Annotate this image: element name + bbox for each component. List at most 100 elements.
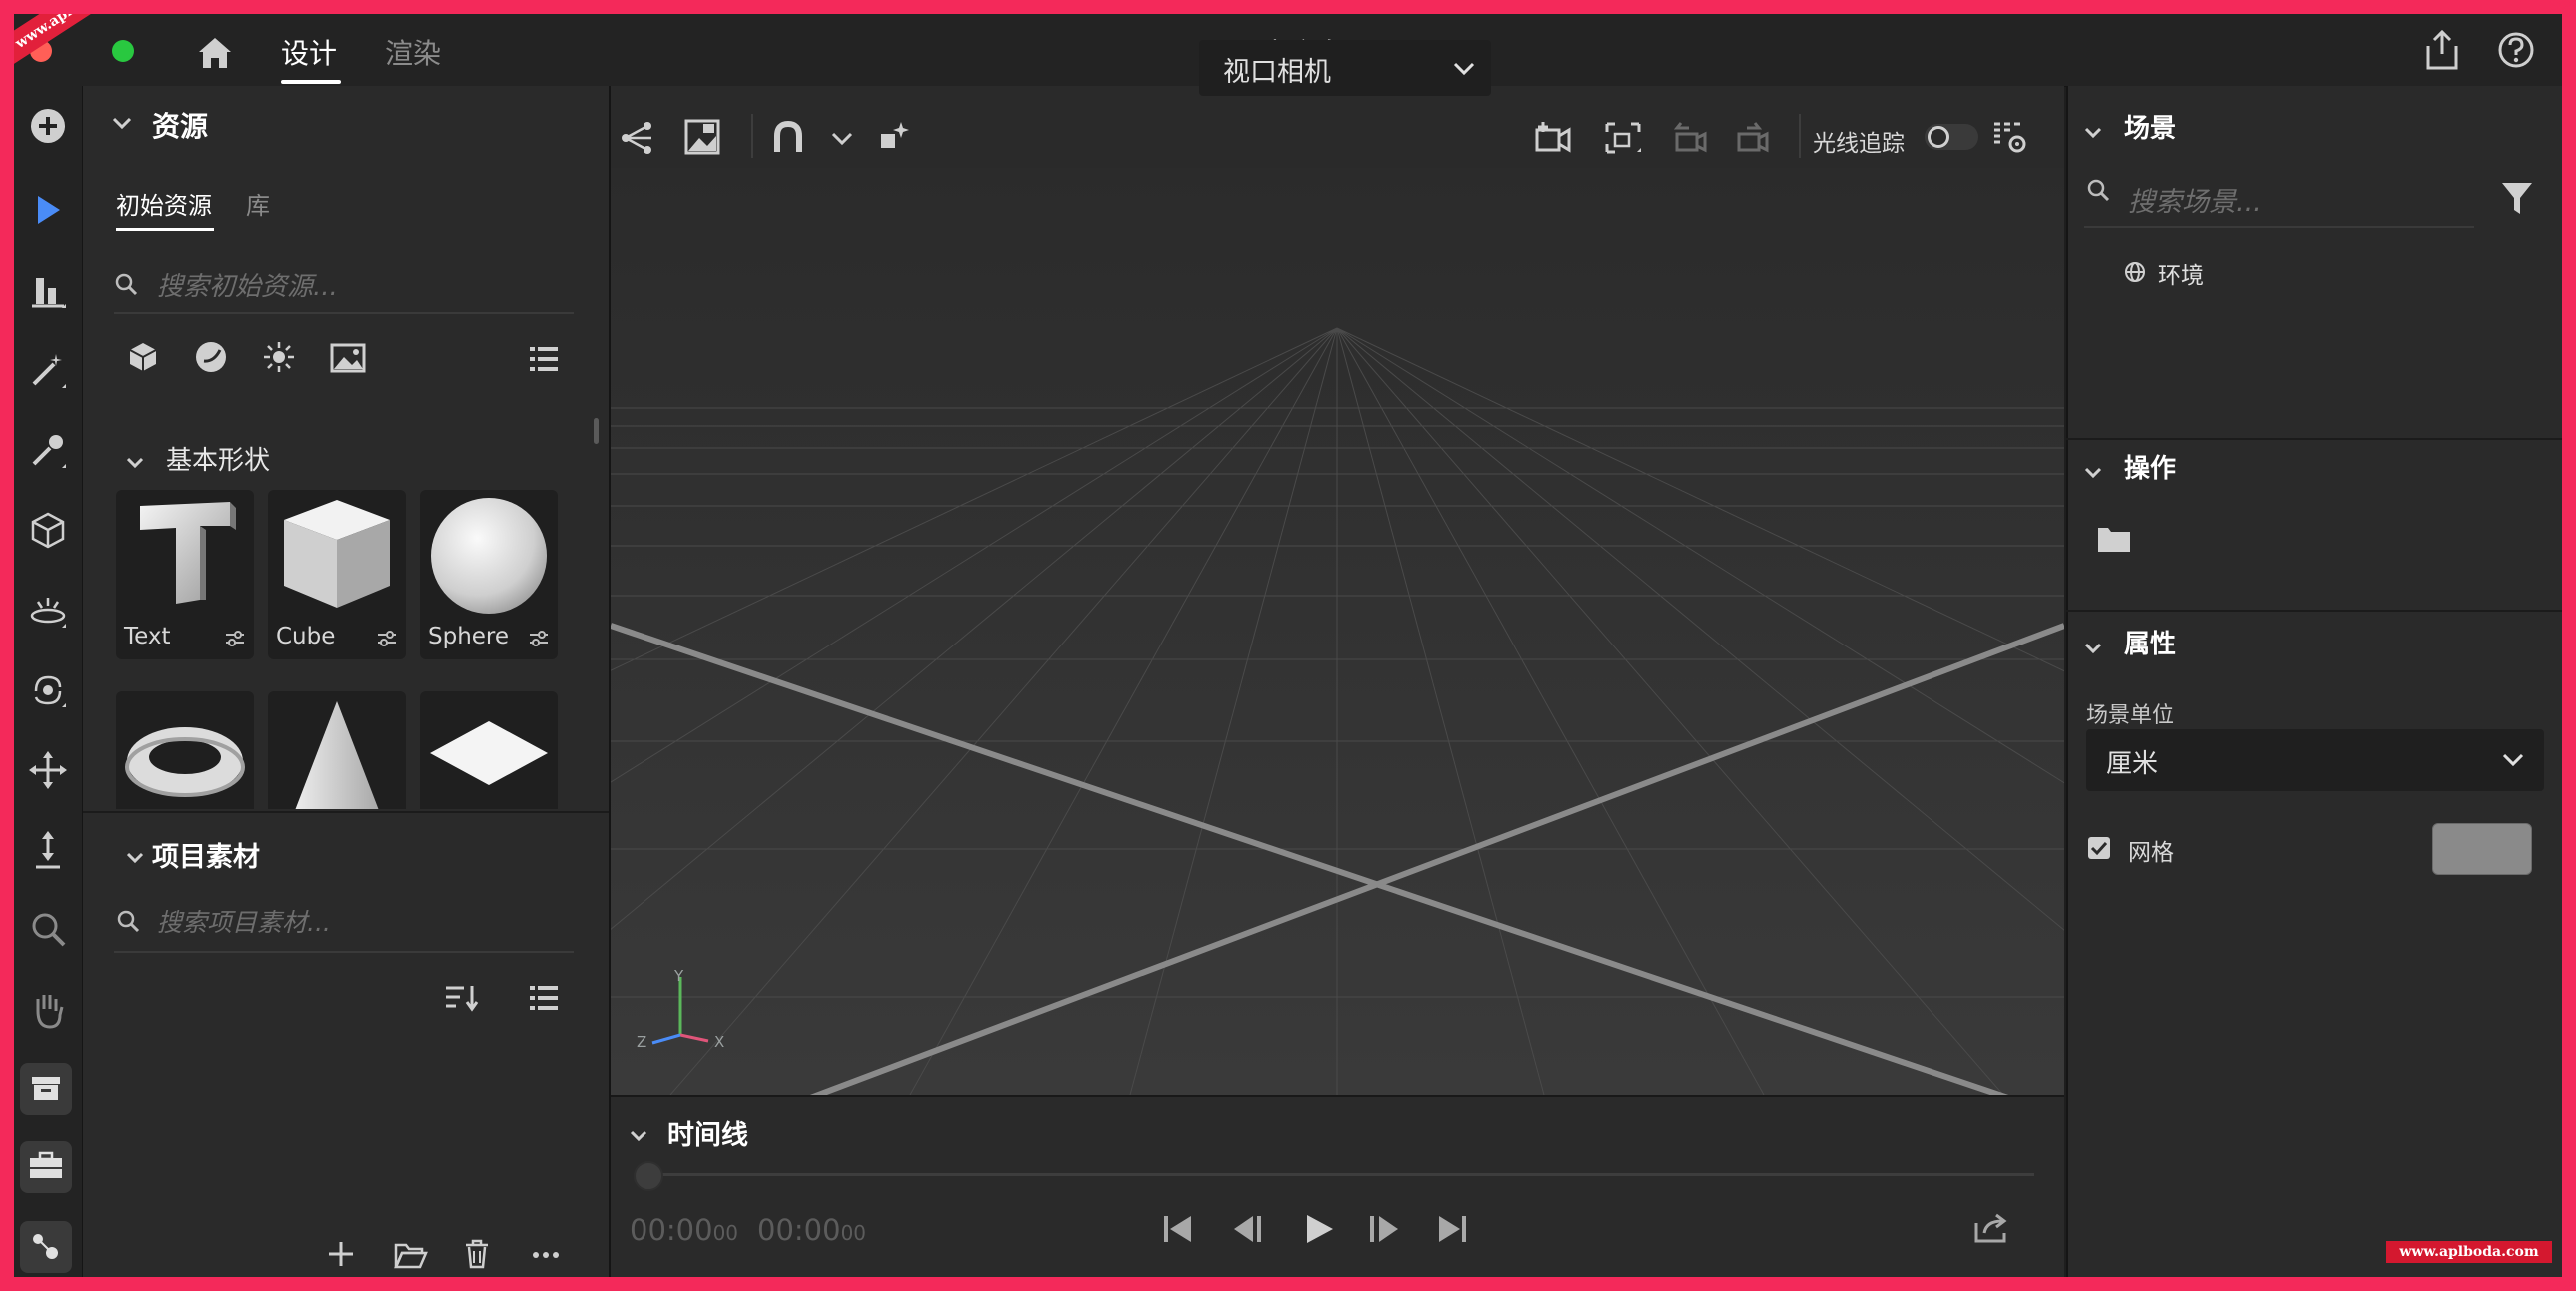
tab-library[interactable]: 库 — [246, 186, 270, 221]
snap-points-icon[interactable] — [873, 118, 913, 158]
project-collapse-chevron-icon[interactable] — [126, 845, 144, 870]
scene-unit-select[interactable]: 厘米 — [2086, 729, 2544, 791]
actions-title: 操作 — [2124, 454, 2177, 484]
select-arrow-icon[interactable] — [30, 190, 66, 230]
tab-render[interactable]: 渲染 — [385, 32, 441, 72]
checkmark-icon — [2090, 841, 2108, 856]
properties-collapse-chevron-icon[interactable] — [2084, 636, 2102, 660]
graph-nodes-icon[interactable] — [20, 1221, 72, 1273]
filter-lights-icon[interactable] — [262, 340, 296, 374]
timeline-track[interactable] — [644, 1173, 2034, 1176]
axis-label-y: Y — [674, 967, 684, 985]
shape-tile-plane[interactable] — [420, 691, 558, 809]
axis-label-z: Z — [637, 1033, 647, 1051]
add-asset-plus-icon[interactable] — [326, 1239, 356, 1269]
shape-settings-slider-icon[interactable] — [224, 630, 246, 647]
timeline-playhead[interactable] — [634, 1161, 663, 1191]
step-forward-icon[interactable] — [1367, 1213, 1401, 1245]
project-list-view-icon[interactable] — [528, 983, 560, 1013]
app-window: www.aplboda.com 设计 渲染 未命名 — [14, 14, 2562, 1277]
3d-viewport[interactable]: Y X Z — [611, 168, 2064, 1095]
snap-options-chevron-icon[interactable] — [831, 132, 853, 146]
camera-frame-icon[interactable] — [1603, 120, 1643, 156]
scene-unit-chevron-icon — [2502, 753, 2524, 767]
ground-grid — [611, 327, 2064, 1095]
render-settings-icon[interactable] — [1990, 120, 2030, 156]
more-options-icon[interactable] — [532, 1251, 560, 1259]
shape-label-cube: Cube — [276, 624, 336, 649]
filter-3d-models-icon[interactable] — [126, 340, 160, 374]
help-icon[interactable] — [2496, 30, 2536, 70]
scene-collapse-chevron-icon[interactable] — [2084, 120, 2102, 145]
open-folder-icon[interactable] — [394, 1241, 428, 1269]
shape-tile-sphere[interactable]: Sphere — [420, 490, 558, 659]
scene-title: 场景 — [2124, 114, 2177, 144]
assets-scrollbar[interactable] — [594, 418, 599, 444]
tab-design[interactable]: 设计 — [281, 32, 337, 72]
text-shape-icon — [140, 502, 236, 604]
shape-tile-torus[interactable] — [116, 691, 254, 809]
magic-wand-icon[interactable] — [28, 350, 68, 392]
grid-checkbox[interactable] — [2088, 837, 2110, 859]
timeline-panel — [611, 1095, 2064, 1277]
shape-tile-text[interactable]: Text — [116, 490, 254, 659]
project-assets-search-input[interactable]: 搜索项目素材... — [157, 903, 331, 939]
image-placement-icon[interactable] — [683, 118, 723, 158]
scene-item-environment[interactable]: 环境 — [2112, 254, 2412, 289]
shape-settings-slider-icon[interactable] — [528, 630, 550, 647]
skip-to-end-icon[interactable] — [1435, 1213, 1469, 1245]
assets-panel-divider — [83, 811, 609, 813]
undo-camera-icon[interactable] — [1669, 120, 1709, 156]
skip-to-start-icon[interactable] — [1161, 1213, 1195, 1245]
folder-icon[interactable] — [2096, 524, 2132, 554]
home-icon[interactable] — [195, 34, 235, 70]
magnet-snap-icon[interactable] — [771, 120, 805, 156]
filter-materials-icon[interactable] — [194, 340, 228, 374]
shape-settings-slider-icon[interactable] — [376, 630, 398, 647]
zoom-icon[interactable] — [28, 909, 68, 951]
share-icon[interactable] — [2422, 28, 2462, 72]
starter-assets-search-input[interactable]: 搜索初始资源... — [157, 266, 338, 303]
raytrace-toggle-knob — [1928, 126, 1949, 148]
scene-unit-value: 厘米 — [2106, 749, 2159, 779]
timeline-collapse-chevron-icon[interactable] — [630, 1123, 647, 1148]
raytrace-toggle[interactable] — [1925, 124, 1978, 150]
redo-camera-icon[interactable] — [1735, 120, 1775, 156]
object-cube-icon[interactable] — [28, 510, 68, 552]
filter-funnel-icon[interactable] — [2500, 180, 2534, 216]
basic-shapes-collapse-chevron-icon[interactable] — [126, 450, 144, 475]
project-assets-title: 项目素材 — [152, 842, 260, 873]
orbit-tool-icon[interactable] — [28, 669, 68, 711]
move-tool-icon[interactable] — [28, 749, 68, 791]
dolly-tool-icon[interactable] — [28, 829, 68, 871]
add-camera-icon[interactable] — [1533, 120, 1573, 156]
assets-collapse-chevron-icon[interactable] — [112, 112, 132, 137]
hand-pan-icon[interactable] — [28, 989, 68, 1031]
camera-select-value: 视口相机 — [1223, 57, 1331, 88]
toolbox-icon[interactable] — [20, 1141, 72, 1193]
align-tool-icon[interactable] — [28, 270, 68, 312]
trash-icon[interactable] — [464, 1239, 490, 1269]
play-icon[interactable] — [1303, 1213, 1335, 1245]
scene-search-input[interactable]: 搜索场景... — [2128, 180, 2262, 219]
sort-icon[interactable] — [444, 983, 480, 1013]
light-tool-icon[interactable] — [28, 590, 68, 632]
eyedropper-icon[interactable] — [28, 430, 68, 472]
shape-tile-cone[interactable] — [268, 691, 406, 809]
scene-graph-tool-icon[interactable] — [618, 118, 657, 158]
step-back-icon[interactable] — [1231, 1213, 1265, 1245]
current-time: 00:0000 — [630, 1213, 738, 1247]
current-time-value: 00:00 — [630, 1213, 713, 1247]
archive-box-icon[interactable] — [20, 1063, 72, 1115]
total-time: 00:0000 — [757, 1213, 866, 1247]
tab-starter-assets[interactable]: 初始资源 — [116, 186, 212, 221]
actions-collapse-chevron-icon[interactable] — [2084, 460, 2102, 485]
camera-select[interactable]: 视口相机 — [1199, 40, 1491, 96]
shape-tile-cube[interactable]: Cube — [268, 490, 406, 659]
list-view-icon[interactable] — [528, 344, 560, 374]
export-timeline-icon[interactable] — [1972, 1213, 2010, 1245]
grid-color-swatch[interactable] — [2432, 823, 2532, 875]
maximize-window-dot[interactable] — [112, 40, 134, 62]
add-icon[interactable] — [28, 106, 68, 146]
filter-images-icon[interactable] — [330, 342, 366, 374]
